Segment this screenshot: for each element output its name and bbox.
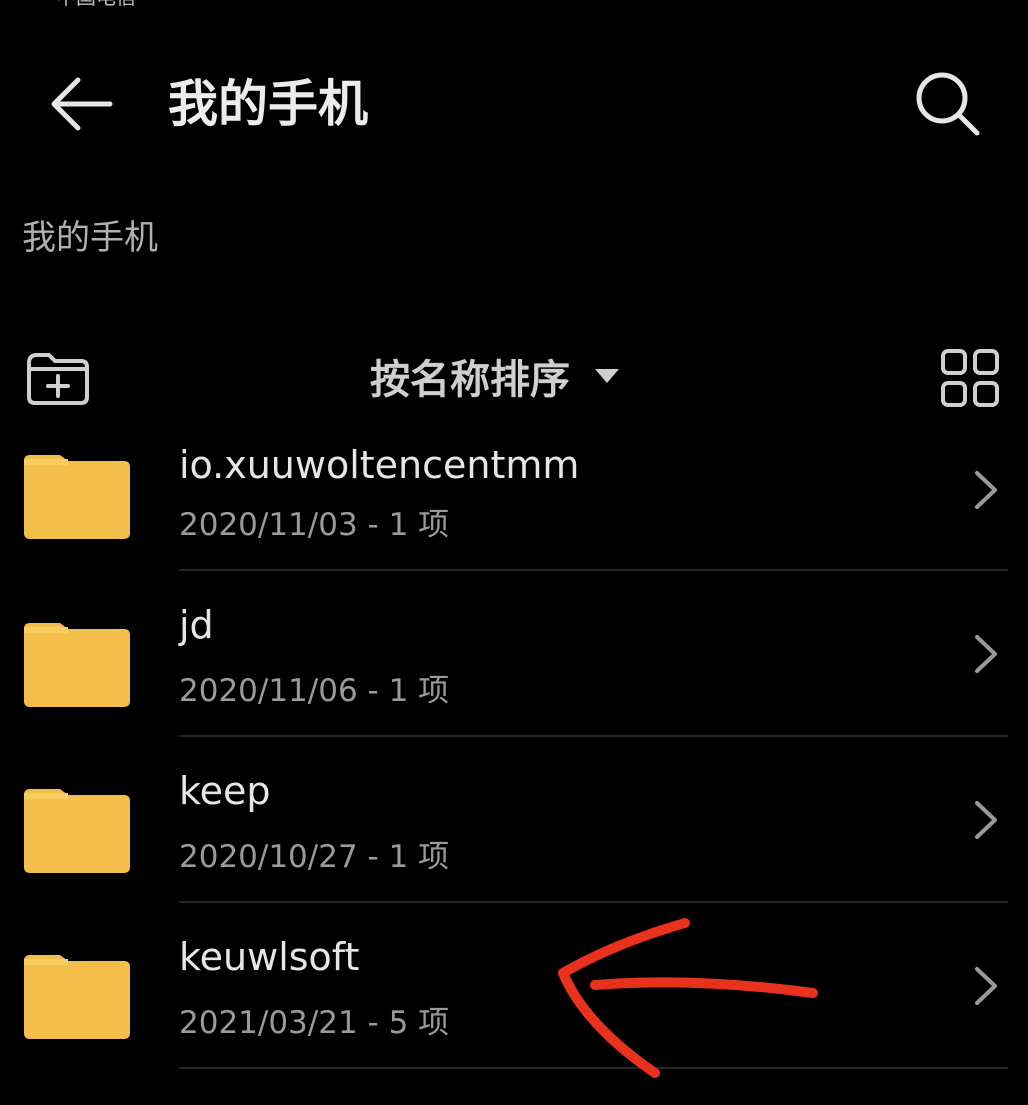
chevron-right-icon <box>966 629 1006 679</box>
carrier-label: 中国电信 <box>56 0 136 9</box>
folder-icon <box>24 955 130 1039</box>
file-row-io-xuuwoltencentmm[interactable]: io.xuuwoltencentmm 2020/11/03 - 1 项 <box>0 405 1028 571</box>
folder-name: io.xuuwoltencentmm <box>179 443 580 487</box>
folder-meta: 2020/11/06 - 1 项 <box>179 673 450 709</box>
chevron-right-icon <box>966 961 1006 1011</box>
folder-name: keuwlsoft <box>179 935 360 979</box>
status-bar: 中国电信 <box>56 0 136 8</box>
folder-icon <box>24 455 130 539</box>
divider <box>179 1067 1008 1069</box>
sort-dropdown[interactable]: 按名称排序 <box>370 344 620 408</box>
grid-view-icon <box>941 349 999 407</box>
breadcrumb[interactable]: 我的手机 <box>22 212 158 264</box>
file-list: io.xuuwoltencentmm 2020/11/03 - 1 项 jd 2… <box>0 405 1028 1105</box>
arrow-left-icon <box>51 77 113 131</box>
search-icon <box>916 72 980 136</box>
file-row-keuwlsoft[interactable]: keuwlsoft 2021/03/21 - 5 项 <box>0 903 1028 1069</box>
caret-down-icon <box>594 368 620 384</box>
folder-icon <box>24 623 130 707</box>
folder-meta: 2020/10/27 - 1 项 <box>179 839 450 875</box>
view-toggle-button[interactable] <box>936 344 1004 412</box>
file-row-keep[interactable]: keep 2020/10/27 - 1 项 <box>0 737 1028 903</box>
folder-add-icon <box>27 353 89 405</box>
app-bar: 我的手机 <box>0 40 1028 170</box>
back-button[interactable] <box>40 62 124 146</box>
folder-name: keep <box>179 769 271 813</box>
chevron-right-icon <box>966 465 1006 515</box>
sort-label: 按名称排序 <box>370 357 570 403</box>
folder-name: jd <box>179 603 214 647</box>
page-title: 我的手机 <box>168 75 368 133</box>
search-button[interactable] <box>904 60 992 148</box>
folder-meta: 2020/11/03 - 1 项 <box>179 507 450 543</box>
folder-icon <box>24 789 130 873</box>
chevron-right-icon <box>966 795 1006 845</box>
file-row-jd[interactable]: jd 2020/11/06 - 1 项 <box>0 571 1028 737</box>
folder-meta: 2021/03/21 - 5 项 <box>179 1005 450 1041</box>
